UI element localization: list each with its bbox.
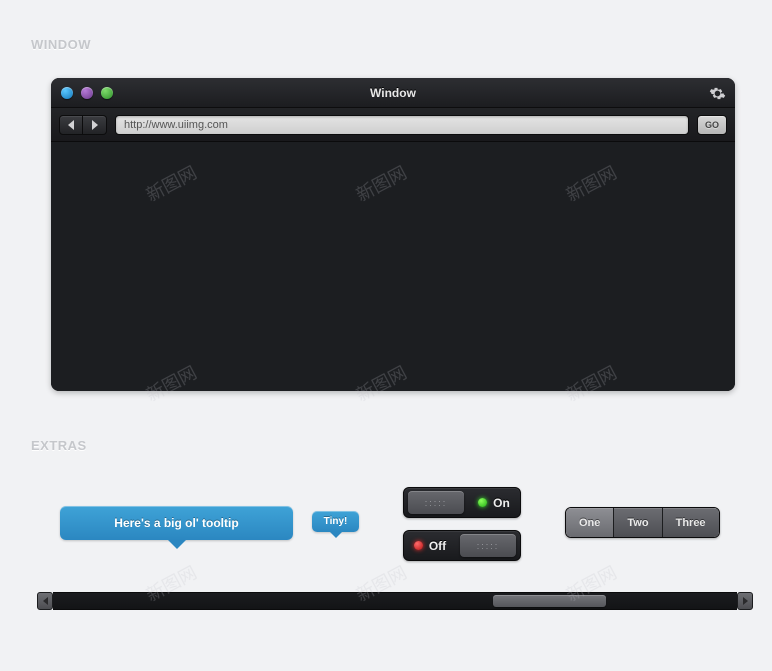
toggle-off-label: Off: [404, 539, 456, 553]
led-on-icon: [478, 498, 487, 507]
segmented-control: One Two Three: [565, 507, 720, 538]
chevron-right-icon: [743, 597, 748, 605]
url-input[interactable]: http://www.uiimg.com: [115, 115, 689, 135]
section-label-window: WINDOW: [31, 37, 91, 52]
segment-two[interactable]: Two: [614, 508, 662, 537]
forward-button[interactable]: [83, 115, 107, 135]
window-content: [51, 142, 735, 391]
chevron-right-icon: [92, 120, 98, 130]
gear-icon[interactable]: [709, 85, 726, 102]
toggle-off[interactable]: Off :::::: [403, 530, 521, 561]
segment-three[interactable]: Three: [663, 508, 719, 537]
zoom-button[interactable]: [101, 87, 113, 99]
scrollbar-thumb[interactable]: [493, 595, 606, 607]
chevron-left-icon: [43, 597, 48, 605]
go-button[interactable]: GO: [697, 115, 727, 135]
close-button[interactable]: [61, 87, 73, 99]
led-off-icon: [414, 541, 423, 550]
back-button[interactable]: [59, 115, 83, 135]
chevron-left-icon: [68, 120, 74, 130]
segment-one[interactable]: One: [566, 508, 614, 537]
nav-buttons: [59, 115, 107, 135]
toggle-on-label: On: [468, 496, 520, 510]
toolbar: http://www.uiimg.com GO: [51, 108, 735, 142]
section-label-extras: EXTRAS: [31, 438, 87, 453]
toggle-knob[interactable]: :::::: [408, 491, 464, 514]
browser-window: Window http://www.uiimg.com GO: [51, 78, 735, 391]
tooltip-large: Here's a big ol' tooltip: [60, 506, 293, 540]
toggle-on[interactable]: ::::: On: [403, 487, 521, 518]
scroll-right-button[interactable]: [737, 592, 753, 610]
tooltip-small: Tiny!: [312, 511, 359, 532]
minimize-button[interactable]: [81, 87, 93, 99]
scroll-left-button[interactable]: [37, 592, 53, 610]
toggle-knob[interactable]: :::::: [460, 534, 516, 557]
window-title: Window: [51, 86, 735, 100]
titlebar: Window: [51, 78, 735, 108]
traffic-lights: [61, 87, 113, 99]
scrollbar-track[interactable]: [53, 592, 737, 610]
horizontal-scrollbar: [37, 592, 753, 610]
